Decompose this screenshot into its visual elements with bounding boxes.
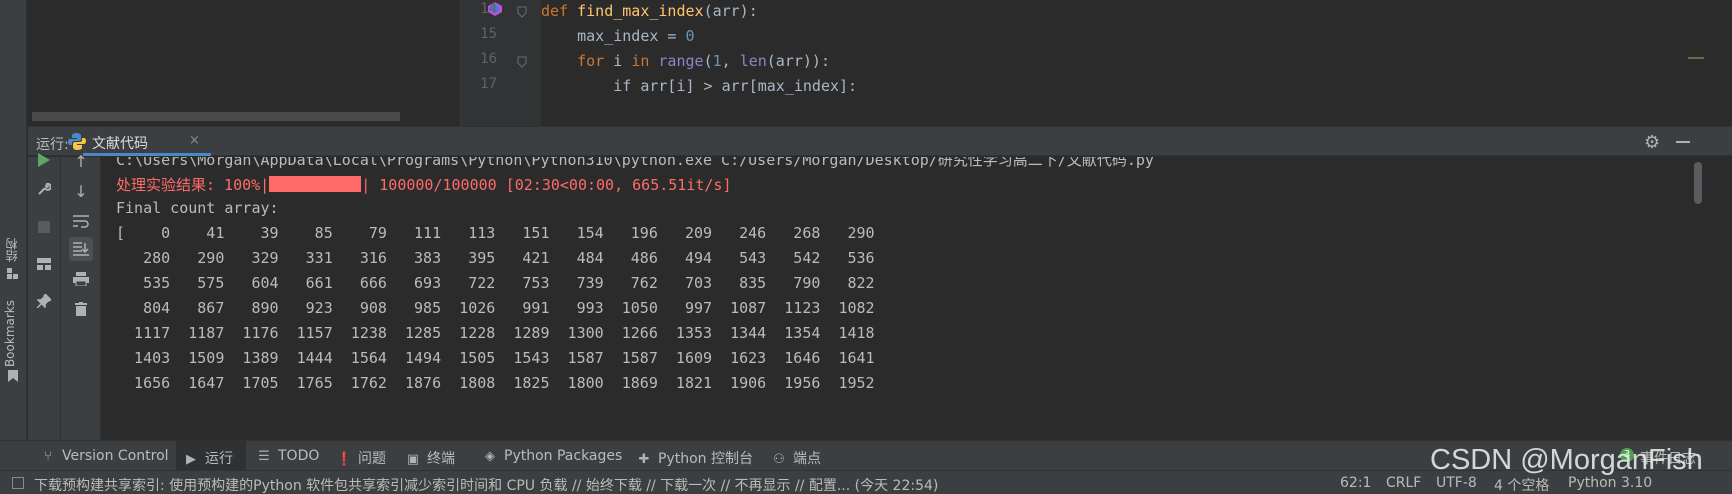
- line-number: 15: [480, 26, 497, 42]
- tab-run[interactable]: ▶ 运行: [183, 448, 233, 468]
- tab-python-packages[interactable]: ◈ Python Packages: [482, 448, 622, 464]
- gear-icon[interactable]: ⚙: [1644, 132, 1660, 153]
- trash-icon: [75, 302, 87, 316]
- tab-python-console[interactable]: ✚ Python 控制台: [636, 448, 753, 468]
- soft-wrap-icon: [73, 215, 89, 228]
- editor-left-pane: [28, 0, 460, 126]
- scroll-to-end-icon: [73, 242, 89, 256]
- soft-wrap-button[interactable]: [69, 209, 93, 233]
- stop-icon: [38, 221, 50, 233]
- caret-position[interactable]: 62:1: [1340, 475, 1371, 491]
- arrow-up-icon: ↑: [74, 151, 88, 171]
- code-line: for i in range(1, len(arr)):: [577, 52, 830, 70]
- active-tab-indicator: [83, 153, 211, 156]
- endpoints-icon: ⚇: [773, 452, 785, 467]
- watermark: CSDN @MorganFish: [1430, 444, 1703, 476]
- play-icon: [38, 153, 50, 167]
- fold-icon[interactable]: [517, 6, 527, 22]
- run-tab-label[interactable]: 文献代码: [92, 133, 148, 153]
- pin-tab-button[interactable]: [32, 289, 56, 313]
- final-count-label: Final count array:: [116, 199, 279, 217]
- console-scroll-thumb[interactable]: [1694, 162, 1702, 204]
- packages-icon: ◈: [485, 449, 495, 464]
- console-command-line: C:\Users\Morgan\AppData\Local\Programs\P…: [116, 157, 1154, 169]
- arrow-down-icon: ↓: [74, 181, 88, 201]
- stop-button[interactable]: [32, 215, 56, 239]
- fold-icon[interactable]: [517, 56, 527, 72]
- edit-config-button[interactable]: [32, 177, 56, 201]
- structure-tab-label[interactable]: 结构: [3, 238, 20, 262]
- branch-icon: ⑂: [44, 449, 52, 464]
- run-tool-window-header: 运行: 文献代码 × ⚙: [28, 126, 1732, 156]
- warning-circle-icon: ❗: [336, 452, 353, 467]
- code-line: def find_max_index(arr):: [541, 2, 758, 20]
- close-icon[interactable]: ×: [189, 133, 200, 148]
- run-toolbar-secondary: ↑ ↓: [61, 152, 101, 440]
- array-row: 535 575 604 661 666 693 722 753 739 762 …: [116, 274, 875, 292]
- array-row: [ 0 41 39 85 79 111 113 151 154 196 209 …: [116, 224, 875, 242]
- bookmark-icon[interactable]: [7, 370, 19, 382]
- left-tool-strip: 结构 Bookmarks: [0, 0, 27, 462]
- horizontal-scrollbar[interactable]: [32, 112, 400, 121]
- structure-icon[interactable]: [7, 268, 19, 280]
- array-row: 1656 1647 1705 1765 1762 1876 1808 1825 …: [116, 374, 875, 392]
- code-editor[interactable]: def find_max_index(arr): max_index = 0 f…: [541, 0, 1691, 126]
- progress-prefix: 处理实验结果: 100%|: [116, 176, 270, 194]
- python-icon: [68, 133, 86, 150]
- scroll-marker: [1688, 57, 1704, 59]
- print-icon: [73, 272, 89, 286]
- scroll-down-button[interactable]: ↓: [69, 179, 93, 203]
- progress-suffix: | 100000/100000 [02:30<00:00, 665.51it/s…: [361, 176, 732, 194]
- python-console-icon: ✚: [638, 452, 650, 467]
- run-toolbar-primary: [28, 153, 61, 440]
- tab-problems[interactable]: ❗ 问题: [336, 448, 386, 468]
- tab-terminal[interactable]: ▣ 终端: [405, 448, 455, 468]
- line-number: 14: [480, 1, 497, 17]
- layout-icon: [37, 258, 51, 270]
- progress-bar: [269, 176, 362, 192]
- layout-button[interactable]: [32, 252, 56, 276]
- indent-setting[interactable]: 4 个空格: [1494, 475, 1549, 494]
- progress-line: 处理实验结果: 100%| | 100000/100000 [02:30<00:0…: [116, 174, 731, 195]
- list-icon: ☰: [258, 449, 270, 464]
- line-separator[interactable]: CRLF: [1386, 475, 1421, 491]
- minimize-icon[interactable]: [1676, 141, 1690, 143]
- file-encoding[interactable]: UTF-8: [1436, 475, 1477, 491]
- pin-icon: [37, 294, 51, 308]
- print-button[interactable]: [69, 267, 93, 291]
- code-line: if arr[i] > arr[max_index]:: [541, 77, 858, 95]
- array-row: 280 290 329 331 316 383 395 421 484 486 …: [116, 249, 875, 267]
- clear-all-button[interactable]: [69, 297, 93, 321]
- array-row: 1117 1187 1176 1157 1238 1285 1228 1289 …: [116, 324, 875, 342]
- line-number: 17: [480, 76, 497, 92]
- status-toggle-icon[interactable]: [12, 477, 24, 489]
- terminal-icon: ▣: [406, 452, 420, 467]
- rerun-button[interactable]: [32, 148, 56, 172]
- tab-version-control[interactable]: ⑂ Version Control: [40, 448, 168, 464]
- console-output[interactable]: C:\Users\Morgan\AppData\Local\Programs\P…: [102, 157, 1692, 440]
- array-row: 1403 1509 1389 1444 1564 1494 1505 1543 …: [116, 349, 875, 367]
- bookmarks-tab-label[interactable]: Bookmarks: [3, 300, 17, 367]
- code-line: max_index = 0: [541, 27, 695, 45]
- wrench-icon: [38, 182, 51, 195]
- status-message[interactable]: 下载预构建共享索引: 使用预构建的Python 软件包共享索引减少索引时间和 C…: [34, 475, 938, 494]
- scroll-up-button[interactable]: ↑: [69, 149, 93, 173]
- run-icon: ▶: [186, 452, 196, 467]
- tab-todo[interactable]: ☰ TODO: [256, 448, 319, 464]
- python-interpreter[interactable]: Python 3.10: [1568, 475, 1652, 491]
- tab-endpoints[interactable]: ⚇ 端点: [771, 448, 821, 468]
- array-row: 804 867 890 923 908 985 1026 991 993 105…: [116, 299, 875, 317]
- line-number: 16: [480, 51, 497, 67]
- scroll-to-end-button[interactable]: [69, 237, 93, 261]
